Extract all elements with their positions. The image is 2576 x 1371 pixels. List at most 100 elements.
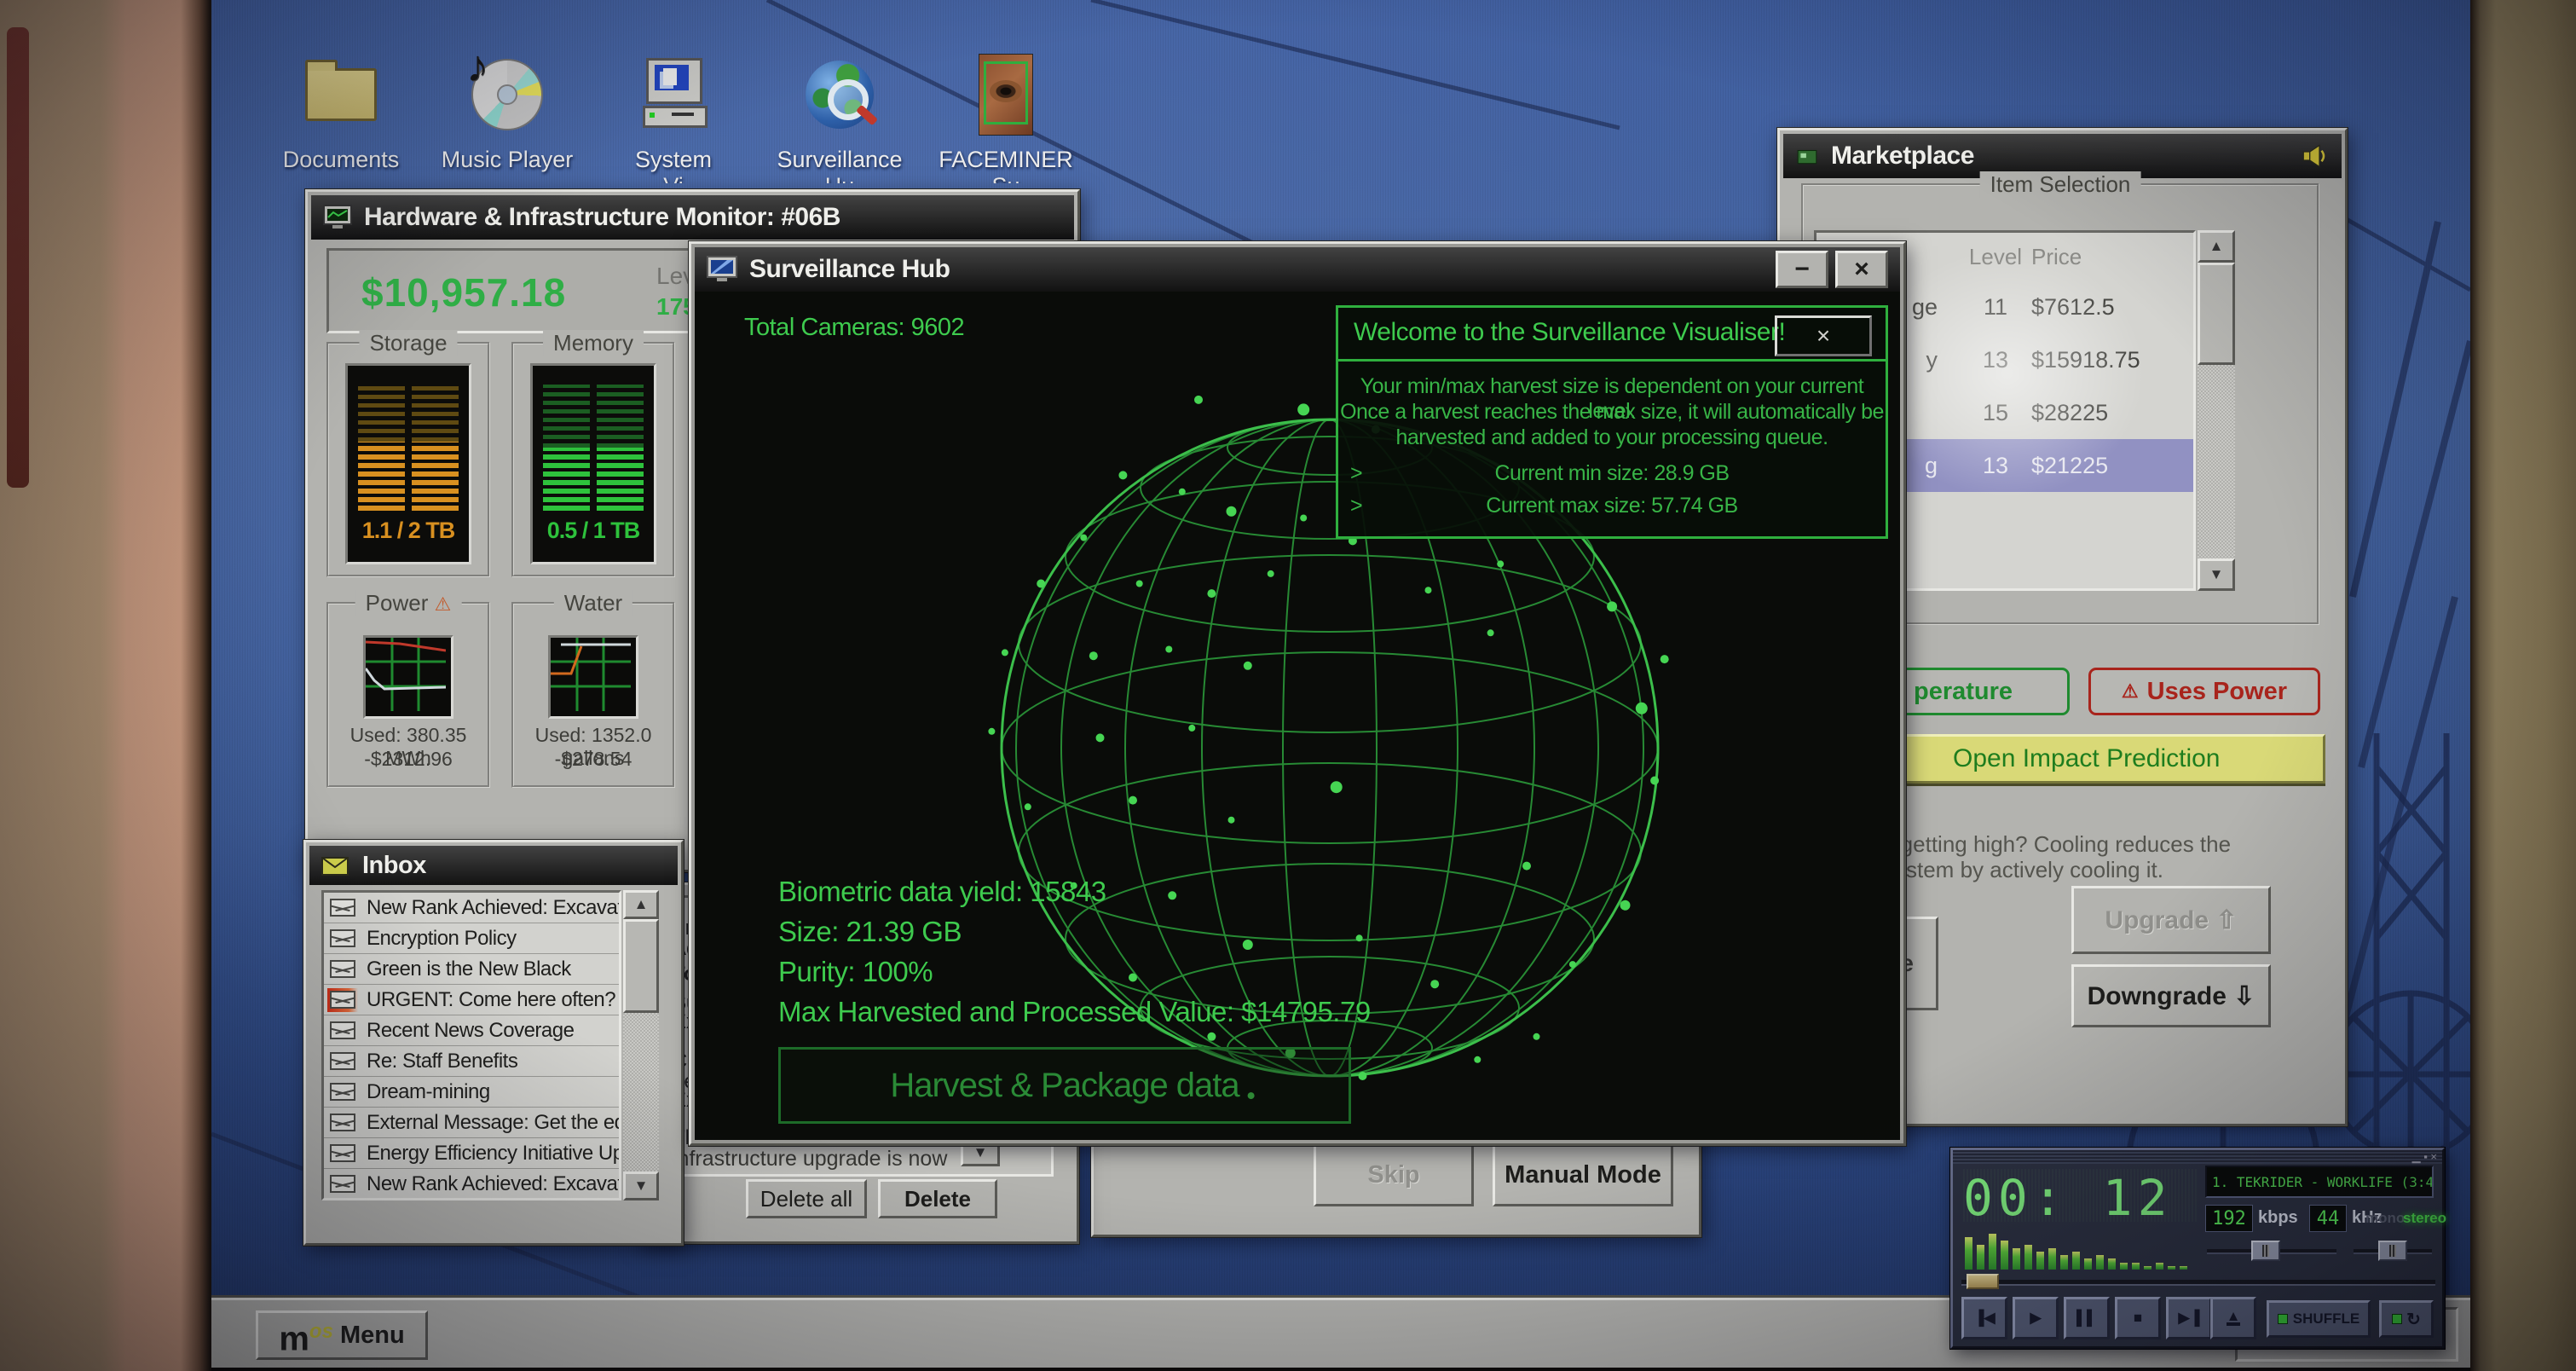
desktop-icon-music-player[interactable]: ♪ Music Player <box>426 44 588 173</box>
desktop-icon-surveillance[interactable]: Surveillance Hu <box>759 44 921 183</box>
spectrum-analyzer <box>1965 1230 2195 1270</box>
bitrate-value: 192 <box>2205 1205 2253 1232</box>
stereo-indicator: stereo <box>2403 1210 2446 1227</box>
scroll-up-button[interactable]: ▲ <box>2198 230 2235 263</box>
harvest-package-button[interactable]: Harvest & Package data <box>778 1047 1351 1124</box>
scroll-thumb[interactable] <box>2198 263 2235 365</box>
inbox-titlebar[interactable]: Inbox <box>309 846 678 885</box>
player-titlebar[interactable]: ▁ ▪ × <box>1953 1150 2442 1164</box>
window-title: Inbox <box>362 852 426 880</box>
speaker-icon[interactable] <box>2301 143 2330 169</box>
water-meter: Water Used: 1352.0 gallons -$278.54 <box>511 602 675 788</box>
skip-button[interactable]: Skip <box>1314 1144 1474 1206</box>
eject-button[interactable]: ▲ <box>2210 1297 2256 1339</box>
surveillance-titlebar[interactable]: Surveillance Hub − × <box>695 247 1900 292</box>
list-item[interactable]: URGENT: Come here often? <box>324 985 619 1015</box>
max-size-text: Current max size: 57.74 GB <box>1338 494 1886 518</box>
next-button[interactable]: ▶▐ <box>2166 1297 2212 1339</box>
mail-body-line: infrastructure upgrade is now <box>673 1147 947 1171</box>
inbox-window: Inbox New Rank Achieved: Excavato... Encr… <box>303 840 684 1246</box>
icon-sublabel: Su <box>925 173 1087 183</box>
previous-button[interactable]: ▐◀ <box>1961 1297 2007 1339</box>
mail-subject: Dream-mining <box>367 1080 490 1104</box>
delete-button[interactable]: Delete <box>878 1179 997 1218</box>
dialog-text: harvested and added to your processing q… <box>1338 425 1886 450</box>
scroll-thumb[interactable] <box>623 919 659 1013</box>
upgrade-button[interactable]: Upgrade ⇧ <box>2071 886 2271 954</box>
power-cost: -$2312.96 <box>329 748 488 771</box>
icon-label: Documents <box>260 147 422 173</box>
scrollbar[interactable]: ▲ ▼ <box>2198 230 2235 591</box>
icon-label: Surveillance <box>759 147 921 173</box>
scroll-down-button[interactable]: ▼ <box>2198 558 2235 591</box>
open-impact-prediction-button[interactable]: Open Impact Prediction <box>1889 734 2325 784</box>
gauge-label: Storage <box>359 330 457 356</box>
mail-subject: Energy Efficiency Initiative Upd... <box>367 1142 621 1166</box>
list-item[interactable]: New Rank Achieved: Excavato... <box>324 1169 619 1200</box>
play-button[interactable]: ▶ <box>2013 1297 2059 1339</box>
music-player-window: ▁ ▪ × 00: 12 1. TEKRIDER - WORKLIFE (3:4… <box>1950 1148 2445 1349</box>
desktop-icon-documents[interactable]: Documents <box>260 44 422 173</box>
list-item[interactable]: Dream-mining <box>324 1077 619 1108</box>
track-title: 1. TEKRIDER - WORKLIFE (3:48) <box>2205 1166 2434 1198</box>
envelope-icon <box>321 853 350 877</box>
mail-subject: Recent News Coverage <box>367 1019 574 1043</box>
transport-controls: ▐◀▶▌▌■▶▐ <box>1961 1297 2212 1339</box>
balance-slider[interactable] <box>2354 1241 2432 1261</box>
envelope-icon <box>327 1142 358 1166</box>
surveillance-hub-window: Surveillance Hub − × Total Cameras: 9602 <box>689 241 1906 1146</box>
dialog-close-button[interactable]: × <box>1775 315 1872 356</box>
stat-purity: Purity: 100% <box>778 952 1371 992</box>
playback-time: 00: 12 <box>1963 1169 2197 1222</box>
list-item[interactable]: Recent News Coverage <box>324 1015 619 1046</box>
list-item[interactable]: New Rank Achieved: Excavato... <box>324 893 619 923</box>
list-item[interactable]: Green is the New Black <box>324 954 619 985</box>
storage-gauge: Storage 1.1 / 2 TB <box>326 342 490 577</box>
player-window-buttons[interactable]: ▁ ▪ × <box>2412 1153 2437 1161</box>
stop-button[interactable]: ■ <box>2115 1297 2161 1339</box>
repeat-led <box>2392 1314 2402 1324</box>
downgrade-button[interactable]: Downgrade ⇩ <box>2071 964 2271 1027</box>
desktop-icon-system[interactable]: System Vi <box>592 44 754 183</box>
cell-price: $21225 <box>2031 453 2193 479</box>
manual-mode-button[interactable]: Manual Mode <box>1493 1144 1673 1206</box>
stat-yield: Biometric data yield: 15843 <box>778 871 1371 911</box>
minimize-button[interactable]: − <box>1776 251 1828 288</box>
stat-size: Size: 21.39 GB <box>778 911 1371 952</box>
list-item[interactable]: Energy Efficiency Initiative Upd... <box>324 1138 619 1169</box>
list-item[interactable]: Re: Staff Benefits <box>324 1046 619 1077</box>
mail-subject: New Rank Achieved: Excavato... <box>367 896 621 920</box>
icon-sublabel: Hu <box>759 173 921 183</box>
envelope-icon <box>327 1111 358 1135</box>
envelope-icon <box>327 957 358 981</box>
cooling-text-line2: system by actively cooling it. <box>1884 857 2163 883</box>
list-item[interactable]: Encryption Policy <box>324 923 619 954</box>
shuffle-button[interactable]: SHUFFLE <box>2267 1300 2371 1338</box>
menu-button[interactable]: mos Menu <box>256 1310 428 1360</box>
monitor-bezel-right <box>2470 0 2576 1371</box>
seek-bar[interactable] <box>1961 1273 2435 1290</box>
desktop-icon-faceminer[interactable]: FACEMINER Su <box>925 44 1087 183</box>
scrollbar[interactable]: ▲ ▼ <box>623 890 659 1200</box>
storage-value: 1.1 / 2 TB <box>348 518 469 544</box>
volume-slider[interactable] <box>2207 1241 2336 1261</box>
inbox-list: New Rank Achieved: Excavato... Encryption… <box>321 890 621 1200</box>
icon-label: FACEMINER <box>925 147 1087 173</box>
pause-button[interactable]: ▌▌ <box>2064 1297 2110 1339</box>
icon-sublabel: Vi <box>592 173 754 183</box>
power-chart <box>363 635 453 719</box>
monitor-bezel-left <box>0 0 211 1371</box>
hardware-titlebar[interactable]: Hardware & Infrastructure Monitor: #06B <box>311 195 1074 240</box>
storage-led-panel: 1.1 / 2 TB <box>345 363 471 564</box>
scroll-up-button[interactable]: ▲ <box>623 890 659 919</box>
icon-label: System <box>592 147 754 173</box>
delete-all-button[interactable]: Delete all <box>746 1179 867 1218</box>
folder-icon <box>305 68 377 121</box>
mail-subject: Re: Staff Benefits <box>367 1050 517 1073</box>
mail-subject: URGENT: Come here often? <box>367 988 615 1012</box>
water-cost: -$278.54 <box>514 748 673 771</box>
scroll-down-button[interactable]: ▼ <box>623 1171 659 1200</box>
close-button[interactable]: × <box>1835 251 1888 288</box>
list-item[interactable]: External Message: Get the edge... <box>324 1108 619 1138</box>
repeat-button[interactable]: ↻ <box>2379 1300 2434 1338</box>
